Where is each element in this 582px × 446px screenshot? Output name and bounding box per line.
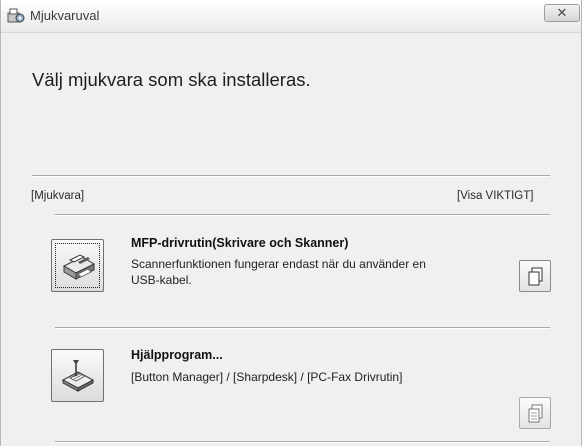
- utility-software-title: Hjälpprogram...: [131, 348, 223, 362]
- divider: [55, 441, 550, 442]
- mfp-driver-description: Scannerfunktionen fungerar endast när du…: [131, 257, 426, 287]
- close-icon: ✕: [556, 5, 568, 20]
- view-important-link[interactable]: [Visa VIKTIGT]: [457, 190, 533, 202]
- utility-software-icon: [61, 360, 95, 392]
- page-heading: Välj mjukvara som ska installeras.: [32, 69, 311, 90]
- title-bar[interactable]: Mjukvaruval ✕: [1, 0, 581, 33]
- window-title: Mjukvaruval: [30, 8, 100, 23]
- software-label: [Mjukvara]: [31, 190, 85, 202]
- divider: [55, 214, 550, 215]
- divider: [55, 327, 550, 328]
- close-button[interactable]: ✕: [544, 4, 580, 22]
- utility-software-info-button[interactable]: [519, 397, 551, 429]
- document-icon: [528, 267, 543, 286]
- software-selection-window: Mjukvaruval ✕ Välj mjukvara som ska inst…: [0, 0, 582, 446]
- document-icon: [528, 404, 543, 423]
- printer-scanner-icon: [62, 254, 96, 280]
- mfp-driver-install-button[interactable]: [51, 239, 104, 292]
- app-setup-icon: [7, 7, 25, 25]
- utility-software-button[interactable]: [51, 349, 104, 402]
- divider: [32, 175, 550, 176]
- utility-software-description: [Button Manager] / [Sharpdesk] / [PC-Fax…: [131, 370, 403, 384]
- mfp-driver-title: MFP-drivrutin(Skrivare och Skanner): [131, 236, 349, 250]
- mfp-driver-info-button[interactable]: [519, 260, 551, 292]
